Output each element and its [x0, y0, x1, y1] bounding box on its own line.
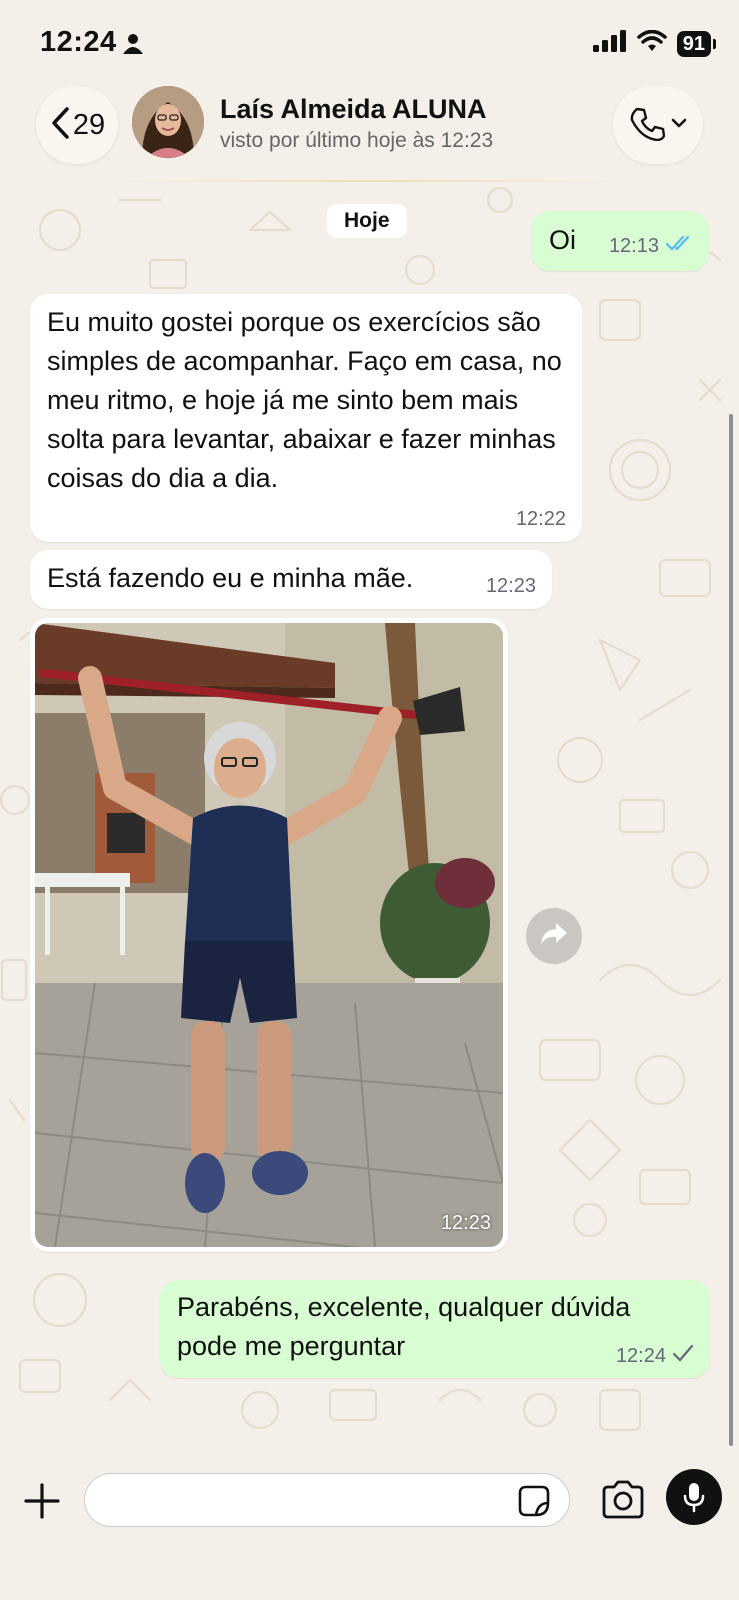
person-icon: [122, 33, 144, 60]
message-time: 12:23: [485, 575, 536, 597]
message-bubble-incoming[interactable]: Está fazendo eu e minha mãe. 12:23: [30, 550, 552, 609]
message-meta: 12:13: [609, 234, 693, 258]
contact-name[interactable]: Laís Almeida ALUNA: [220, 94, 487, 125]
message-meta: 12:24: [616, 1344, 694, 1368]
status-time: 12:24: [40, 26, 117, 58]
avatar[interactable]: [132, 86, 204, 158]
forward-button[interactable]: [526, 908, 582, 964]
message-bubble-image[interactable]: 12:23: [30, 618, 508, 1252]
chevron-left-icon: [49, 106, 71, 145]
battery-icon: 91: [676, 30, 717, 57]
call-button[interactable]: [613, 86, 703, 164]
single-check-icon: [672, 1344, 694, 1368]
message-meta: 12:22: [516, 508, 566, 531]
message-text: Eu muito gostei porque os exercícios são…: [47, 307, 562, 493]
status-bar: 12:24 91: [0, 0, 739, 88]
message-text: Oi: [549, 225, 576, 255]
plus-icon[interactable]: [22, 1481, 62, 1521]
message-text: Está fazendo eu e minha mãe.: [47, 563, 414, 593]
back-button[interactable]: 29: [36, 86, 118, 164]
message-time: 12:22: [515, 508, 566, 530]
camera-icon[interactable]: [600, 1479, 646, 1521]
input-bar: [0, 1455, 739, 1600]
message-time: 12:23: [440, 1212, 491, 1234]
phone-icon: [629, 105, 666, 146]
message-time: 12:13: [608, 234, 659, 257]
microphone-icon[interactable]: [666, 1469, 722, 1525]
contact-last-seen: visto por último hoje às 12:23: [220, 129, 494, 152]
double-check-read-icon: [665, 234, 693, 258]
message-bubble-outgoing[interactable]: Oi 12:13: [531, 211, 709, 271]
message-bubble-outgoing[interactable]: Parabéns, excelente, qualquer dúvida pod…: [160, 1280, 710, 1378]
message-meta: 12:23: [486, 575, 536, 598]
date-separator: Hoje: [327, 204, 407, 238]
message-time: 12:24: [615, 1344, 666, 1367]
wifi-icon: [637, 29, 667, 57]
cellular-signal-icon: [592, 30, 627, 57]
header-divider: [100, 180, 640, 182]
unread-count: 29: [72, 108, 106, 141]
sticker-icon[interactable]: [516, 1483, 552, 1519]
chat-header: 29 Laís Almeida ALUNA visto por último h…: [0, 84, 739, 184]
message-bubble-incoming[interactable]: Eu muito gostei porque os exercícios são…: [30, 294, 582, 542]
scroll-indicator[interactable]: [729, 414, 733, 1446]
message-photo[interactable]: 12:23: [35, 623, 503, 1247]
forward-icon: [539, 921, 569, 952]
chevron-down-icon: [671, 116, 687, 134]
message-input[interactable]: [84, 1473, 570, 1527]
